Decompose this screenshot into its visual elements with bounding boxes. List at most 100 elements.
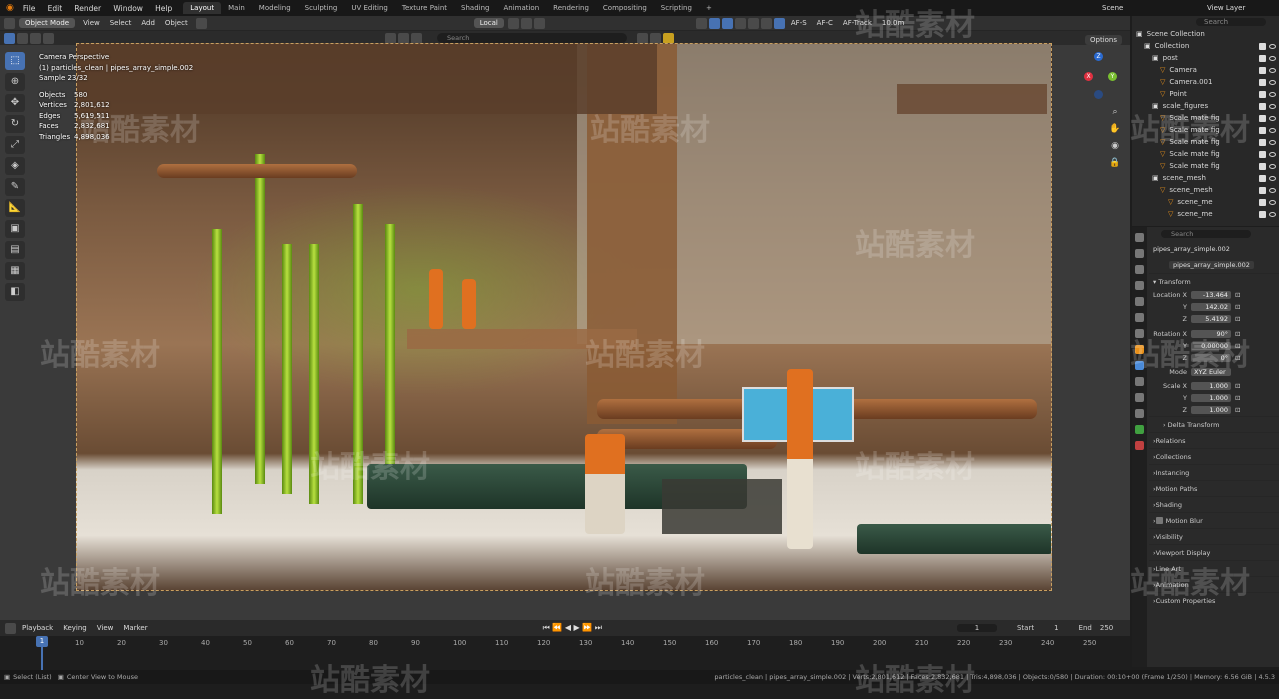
- tab-layout[interactable]: Layout: [183, 2, 222, 14]
- outliner-row[interactable]: ▣ scale_figures: [1132, 100, 1279, 112]
- transform-value-field[interactable]: 0°: [1191, 354, 1231, 362]
- outliner-row[interactable]: ▽ Scale mate fig: [1132, 124, 1279, 136]
- lock-icon[interactable]: ⊡: [1235, 394, 1240, 402]
- proportional-edit-icon[interactable]: [533, 17, 545, 29]
- scene-selector[interactable]: Scene: [1102, 4, 1123, 12]
- header-menu-view[interactable]: View: [78, 18, 105, 28]
- exclude-checkbox[interactable]: [1259, 66, 1266, 74]
- visibility-eye-icon[interactable]: [1269, 67, 1276, 73]
- extra-tool-icon[interactable]: ◧: [5, 283, 25, 301]
- exclude-checkbox[interactable]: [1259, 162, 1266, 170]
- motion-blur-checkbox[interactable]: [1155, 517, 1163, 524]
- delta-transform-header[interactable]: › Delta Transform: [1149, 416, 1279, 432]
- property-section-header[interactable]: › Motion Paths: [1149, 480, 1279, 496]
- annotate-tool-icon[interactable]: ✎: [5, 178, 25, 196]
- menu-edit[interactable]: Edit: [43, 4, 68, 13]
- header-menu-object[interactable]: Object: [160, 18, 193, 28]
- visibility-eye-icon[interactable]: [1269, 55, 1276, 61]
- visibility-eye-icon[interactable]: [1269, 163, 1276, 169]
- image-tool-icon[interactable]: ▦: [5, 262, 25, 280]
- end-field[interactable]: 250: [1100, 624, 1113, 632]
- lock-icon[interactable]: ⊡: [1235, 382, 1240, 390]
- exclude-checkbox[interactable]: [1259, 42, 1266, 50]
- tab-compositing[interactable]: Compositing: [596, 2, 654, 14]
- property-section-header[interactable]: › Collections: [1149, 448, 1279, 464]
- outliner-row[interactable]: ▽ scene_me: [1132, 196, 1279, 208]
- outliner-row[interactable]: ▽ Scale mate fig: [1132, 112, 1279, 124]
- property-section-header[interactable]: › Motion Blur: [1149, 512, 1279, 528]
- tool-tab-icon[interactable]: [1135, 233, 1144, 242]
- play-reverse-icon[interactable]: ◀: [565, 623, 571, 632]
- viewport-search-input[interactable]: Search: [437, 33, 627, 43]
- constraints-tab-icon[interactable]: [1135, 409, 1144, 418]
- gizmo-y-axis[interactable]: Y: [1108, 72, 1117, 81]
- outliner-row[interactable]: ▣ Collection: [1132, 40, 1279, 52]
- exclude-checkbox[interactable]: [1259, 102, 1266, 110]
- property-section-header[interactable]: › Relations: [1149, 432, 1279, 448]
- add-cube-tool-icon[interactable]: ▣: [5, 220, 25, 238]
- timeline-menu-view[interactable]: View: [92, 623, 119, 633]
- object-data-name[interactable]: pipes_array_simple.002: [1169, 261, 1254, 269]
- 3d-viewport[interactable]: ⬚ ⊕ ✥ ↻ ⤢ ◈ ✎ 📐 ▣ ▤ ▦ ◧ Camera Perspecti…: [0, 35, 1130, 620]
- shading-toggle-icon[interactable]: [195, 17, 207, 29]
- render-tab-icon[interactable]: [1135, 249, 1144, 258]
- snap-icon[interactable]: [520, 17, 532, 29]
- current-frame-field[interactable]: 1: [956, 624, 997, 632]
- menu-window[interactable]: Window: [108, 4, 148, 13]
- visibility-eye-icon[interactable]: [1269, 175, 1276, 181]
- visibility-eye-icon[interactable]: [1269, 151, 1276, 157]
- focus-distance[interactable]: 10.0m: [877, 18, 909, 28]
- visibility-eye-icon[interactable]: [1269, 187, 1276, 193]
- props-search-input[interactable]: Search: [1161, 230, 1251, 238]
- property-section-header[interactable]: › Instancing: [1149, 464, 1279, 480]
- jump-start-icon[interactable]: ⏮: [543, 623, 550, 632]
- timeline-editor-type-icon[interactable]: [5, 622, 16, 634]
- camera-view-icon[interactable]: ◉: [1108, 139, 1122, 153]
- transform-value-field[interactable]: 1.000: [1191, 406, 1231, 414]
- particles-tab-icon[interactable]: [1135, 377, 1144, 386]
- filter-icon[interactable]: [650, 32, 661, 44]
- property-section-header[interactable]: › Viewport Display: [1149, 544, 1279, 560]
- lock-icon[interactable]: ⊡: [1235, 354, 1240, 362]
- tab-uv-editing[interactable]: UV Editing: [344, 2, 395, 14]
- data-tab-icon[interactable]: [1135, 425, 1144, 434]
- property-section-header[interactable]: › Line Art: [1149, 560, 1279, 576]
- timeline-menu-keying[interactable]: Keying: [58, 623, 92, 633]
- pan-hand-icon[interactable]: ✋: [1108, 122, 1122, 136]
- visibility-eye-icon[interactable]: [1269, 43, 1276, 49]
- outliner-row[interactable]: ▽ scene_me: [1132, 208, 1279, 220]
- viewport-icons2-icon[interactable]: [411, 32, 422, 44]
- viewport-options-button[interactable]: Options: [1085, 35, 1123, 45]
- header-menu-select[interactable]: Select: [105, 18, 137, 28]
- view-layer-tab-icon[interactable]: [1135, 281, 1144, 290]
- outliner-row[interactable]: ▣ scene_mesh: [1132, 172, 1279, 184]
- header-menu-add[interactable]: Add: [136, 18, 160, 28]
- transform-value-field[interactable]: 142.02: [1191, 303, 1231, 311]
- bookmark-icon[interactable]: [637, 32, 648, 44]
- rotation-mode-dropdown[interactable]: XYZ Euler: [1191, 368, 1231, 376]
- tab-animation[interactable]: Animation: [496, 2, 546, 14]
- solid-shading-icon[interactable]: [747, 17, 759, 29]
- jump-end-icon[interactable]: ⏭: [595, 623, 602, 632]
- next-keyframe-icon[interactable]: ⏩: [582, 623, 592, 632]
- add-workspace-icon[interactable]: +: [699, 2, 719, 14]
- object-tab-icon[interactable]: [1135, 345, 1144, 354]
- exclude-checkbox[interactable]: [1259, 210, 1266, 218]
- transform-orientation-dropdown[interactable]: Local: [473, 18, 504, 28]
- lock-icon[interactable]: ⊡: [1235, 406, 1240, 414]
- rendered-shading-icon[interactable]: [773, 17, 785, 29]
- collection-tab-icon[interactable]: [1135, 329, 1144, 338]
- timeline-ruler[interactable]: 1 10 20 30 40 50 60 70 80 90 100 110 120 130 140 150 16…: [0, 636, 1130, 670]
- exclude-checkbox[interactable]: [1259, 138, 1266, 146]
- transform-tool-icon[interactable]: ◈: [5, 157, 25, 175]
- outliner-row[interactable]: ▽ Scale mate fig: [1132, 148, 1279, 160]
- mode-dropdown[interactable]: Object Mode: [19, 18, 76, 28]
- measure-tool-icon[interactable]: 📐: [5, 199, 25, 217]
- zoom-icon[interactable]: ⌕: [1108, 105, 1122, 119]
- cursor-tool-icon[interactable]: ⊕: [5, 73, 25, 91]
- menu-render[interactable]: Render: [69, 4, 106, 13]
- af-track-toggle[interactable]: AF-Track: [838, 18, 877, 28]
- exclude-checkbox[interactable]: [1259, 186, 1266, 194]
- exclude-checkbox[interactable]: [1259, 54, 1266, 62]
- property-section-header[interactable]: › Visibility: [1149, 528, 1279, 544]
